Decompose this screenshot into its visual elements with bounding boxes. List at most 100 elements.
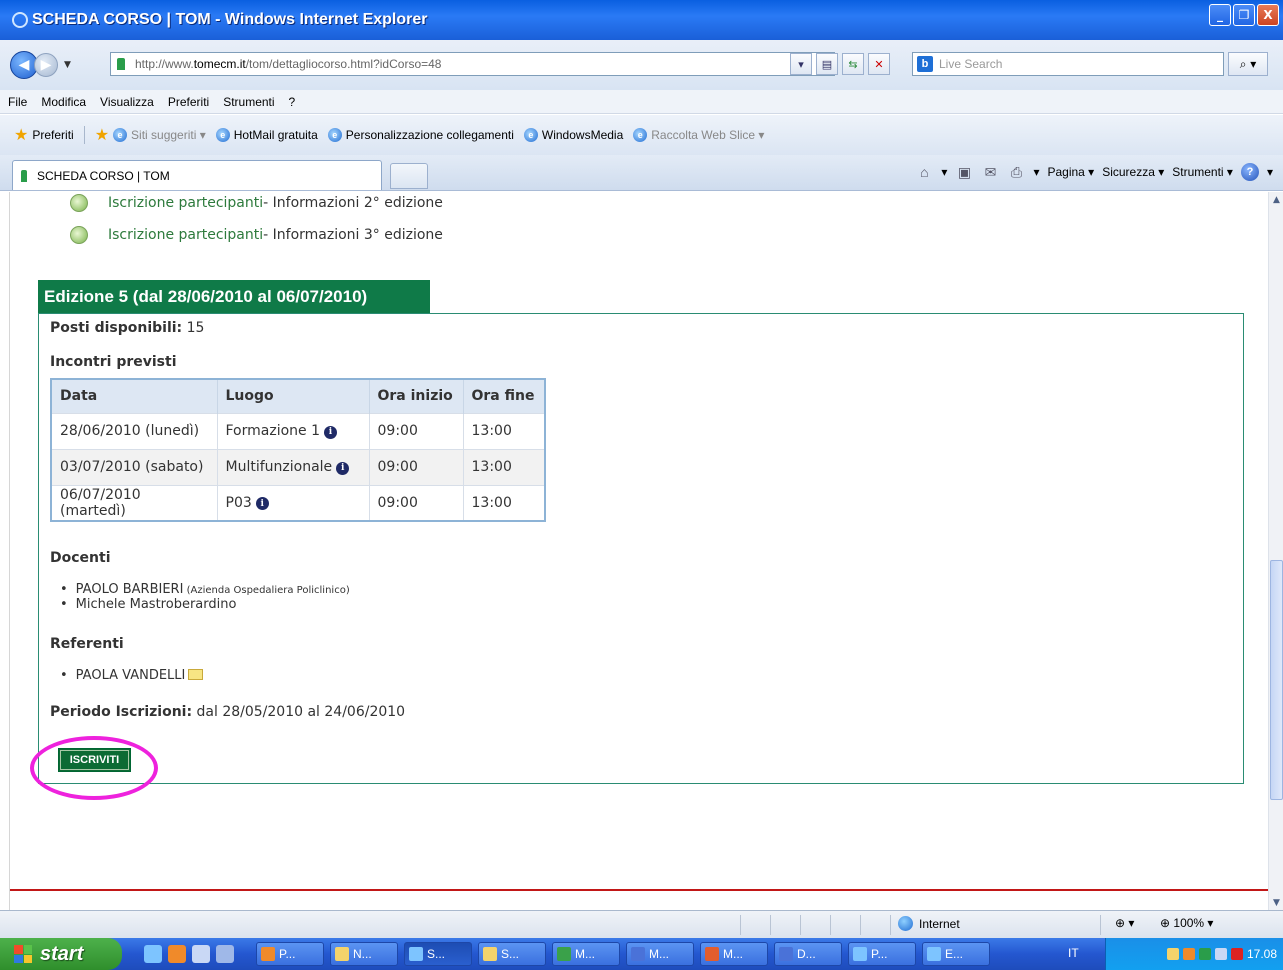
help-dropdown-icon[interactable]: ▾ bbox=[1267, 165, 1273, 179]
taskbar-item-active[interactable]: S... bbox=[404, 942, 472, 966]
browser-quicklaunch-icon[interactable] bbox=[216, 945, 234, 963]
fav-item-windowsmedia[interactable]: e WindowsMedia bbox=[523, 128, 623, 142]
status-divider bbox=[1100, 915, 1101, 935]
menu-file[interactable]: File bbox=[8, 95, 27, 109]
office-quicklaunch-icon[interactable] bbox=[168, 945, 186, 963]
luogo-label: Multifunzionale bbox=[225, 459, 333, 475]
referenti-label: Referenti bbox=[50, 636, 124, 652]
menu-pagina[interactable]: Pagina ▾ bbox=[1047, 165, 1094, 179]
monitor-tray-icon[interactable] bbox=[1214, 948, 1227, 960]
zoom-level[interactable]: ⊕ 100% ▾ bbox=[1160, 916, 1213, 930]
favorites-bar: ★ Preferiti ★ e Siti suggeriti ▾ e HotMail… bbox=[0, 115, 1283, 155]
refresh-icon[interactable]: ⇆ bbox=[842, 53, 864, 75]
search-input[interactable]: b Live Search bbox=[912, 52, 1224, 76]
clock[interactable]: 17.08 bbox=[1247, 947, 1277, 961]
search-button[interactable]: ⌕ ▾ bbox=[1228, 52, 1268, 76]
folder-icon bbox=[335, 947, 349, 961]
info-icon[interactable]: i bbox=[324, 425, 337, 439]
print-dropdown-icon[interactable]: ▾ bbox=[1033, 165, 1039, 179]
cell-data: 06/07/2010 (martedì) bbox=[51, 484, 218, 521]
ie-icon bbox=[12, 12, 28, 28]
ie-page-icon: e bbox=[633, 128, 648, 142]
incontri-label: Incontri previsti bbox=[50, 354, 177, 370]
add-favorite-icon[interactable]: ★ bbox=[95, 125, 109, 145]
media-quicklaunch-icon[interactable] bbox=[192, 945, 210, 963]
vertical-scrollbar[interactable]: ▲ ▼ bbox=[1268, 192, 1283, 910]
tab-scheda-corso[interactable]: SCHEDA CORSO | TOM bbox=[12, 160, 382, 190]
fav-item-web-slice[interactable]: e Raccolta Web Slice ▾ bbox=[633, 128, 764, 142]
taskbar-item[interactable]: M... bbox=[552, 942, 620, 966]
menu-bar: File Modifica Visualizza Preferiti Strum… bbox=[0, 90, 1283, 114]
minimize-button[interactable]: _ bbox=[1209, 4, 1231, 26]
table-header-row: Data Luogo Ora inizio Ora fine bbox=[51, 379, 546, 413]
docente-org: (Azienda Ospedaliera Policlinico) bbox=[183, 585, 350, 596]
security-zone[interactable]: Internet bbox=[898, 916, 960, 931]
history-dropdown-icon[interactable]: ▼ bbox=[64, 60, 71, 70]
menu-visualizza[interactable]: Visualizza bbox=[100, 95, 154, 109]
taskbar-item[interactable]: P... bbox=[256, 942, 324, 966]
favorites-button[interactable]: Preferiti bbox=[32, 128, 73, 142]
taskbar-item[interactable]: E... bbox=[922, 942, 990, 966]
forward-button[interactable]: ▶ bbox=[34, 53, 58, 77]
ie-quicklaunch-icon[interactable] bbox=[144, 945, 162, 963]
new-tab-button[interactable] bbox=[390, 163, 428, 189]
info-icon[interactable]: i bbox=[255, 497, 269, 511]
taskbar-item[interactable]: P... bbox=[848, 942, 916, 966]
taskbar-item[interactable]: M... bbox=[700, 942, 768, 966]
ie-icon bbox=[927, 947, 941, 961]
print-icon[interactable]: ⎙ bbox=[1007, 163, 1025, 181]
taskbar-item[interactable]: M... bbox=[626, 942, 694, 966]
fav-item-siti-suggeriti[interactable]: e Siti suggeriti ▾ bbox=[113, 128, 206, 142]
scroll-down-icon[interactable]: ▼ bbox=[1269, 895, 1283, 910]
taskbar-item[interactable]: S... bbox=[478, 942, 546, 966]
menu-sicurezza[interactable]: Sicurezza ▾ bbox=[1102, 165, 1164, 179]
scroll-thumb[interactable] bbox=[1270, 560, 1283, 800]
office-tray-icon[interactable] bbox=[1182, 948, 1195, 960]
referenti-list: PAOLA VANDELLI bbox=[60, 668, 204, 683]
page-content: Iscrizione partecipanti - Informazioni 2… bbox=[10, 192, 1268, 910]
periodo-value: dal 28/05/2010 al 24/06/2010 bbox=[192, 704, 406, 720]
fav-item-personalizzazione[interactable]: e Personalizzazione collegamenti bbox=[327, 128, 514, 142]
menu-strumenti[interactable]: Strumenti bbox=[223, 95, 274, 109]
site-favicon-icon bbox=[117, 58, 125, 70]
menu-modifica[interactable]: Modifica bbox=[41, 95, 86, 109]
taskbar-item[interactable]: D... bbox=[774, 942, 842, 966]
cell-fine: 13:00 bbox=[463, 412, 546, 449]
mail-icon[interactable] bbox=[188, 669, 204, 680]
address-input[interactable]: http://www. tomecm.it/tom/dettagliocorso.… bbox=[110, 52, 835, 76]
maximize-button[interactable]: ❐ bbox=[1233, 4, 1255, 26]
menu-strumenti-cmd[interactable]: Strumenti ▾ bbox=[1172, 165, 1233, 179]
info-icon[interactable]: i bbox=[336, 461, 350, 475]
taskbar-label: P... bbox=[279, 947, 296, 961]
network-tray-icon[interactable] bbox=[1198, 948, 1211, 960]
close-button[interactable]: X bbox=[1257, 4, 1279, 26]
favorites-star-icon[interactable]: ★ bbox=[14, 125, 28, 145]
stop-icon[interactable]: ✕ bbox=[868, 53, 890, 75]
home-icon[interactable]: ⌂ bbox=[915, 163, 933, 181]
help-icon[interactable]: ? bbox=[1240, 163, 1259, 181]
home-dropdown-icon[interactable]: ▾ bbox=[941, 165, 947, 179]
antivirus-tray-icon[interactable] bbox=[1230, 948, 1243, 960]
link-iscrizione-2[interactable]: Iscrizione partecipanti bbox=[108, 195, 263, 211]
scroll-up-icon[interactable]: ▲ bbox=[1269, 192, 1283, 207]
compatibility-icon[interactable]: ▤ bbox=[816, 53, 838, 75]
taskbar-buttons: P... N... S... S... M... M... M... D... … bbox=[250, 942, 990, 966]
language-indicator[interactable]: IT bbox=[1068, 946, 1079, 960]
start-button[interactable]: start bbox=[0, 938, 122, 970]
mail-icon bbox=[483, 947, 497, 961]
taskbar-label: D... bbox=[797, 947, 816, 961]
protected-mode-icon[interactable]: ⊕ ▾ bbox=[1115, 916, 1134, 930]
taskbar-item[interactable]: N... bbox=[330, 942, 398, 966]
menu-help[interactable]: ? bbox=[289, 95, 296, 109]
menu-preferiti[interactable]: Preferiti bbox=[168, 95, 209, 109]
docenti-heading: Docenti bbox=[50, 550, 111, 566]
mail-tray-icon[interactable] bbox=[1166, 948, 1179, 960]
fav-label: Personalizzazione collegamenti bbox=[345, 128, 514, 142]
fav-item-hotmail[interactable]: e HotMail gratuita bbox=[215, 128, 318, 142]
link-row-edizione-2: Iscrizione partecipanti - Informazioni 2… bbox=[70, 194, 443, 212]
feeds-icon[interactable]: ▣ bbox=[955, 163, 973, 181]
taskbar-label: N... bbox=[353, 947, 372, 961]
dropdown-icon[interactable]: ▾ bbox=[790, 53, 812, 75]
link-iscrizione-3[interactable]: Iscrizione partecipanti bbox=[108, 227, 263, 243]
read-mail-icon[interactable]: ✉ bbox=[981, 163, 999, 181]
